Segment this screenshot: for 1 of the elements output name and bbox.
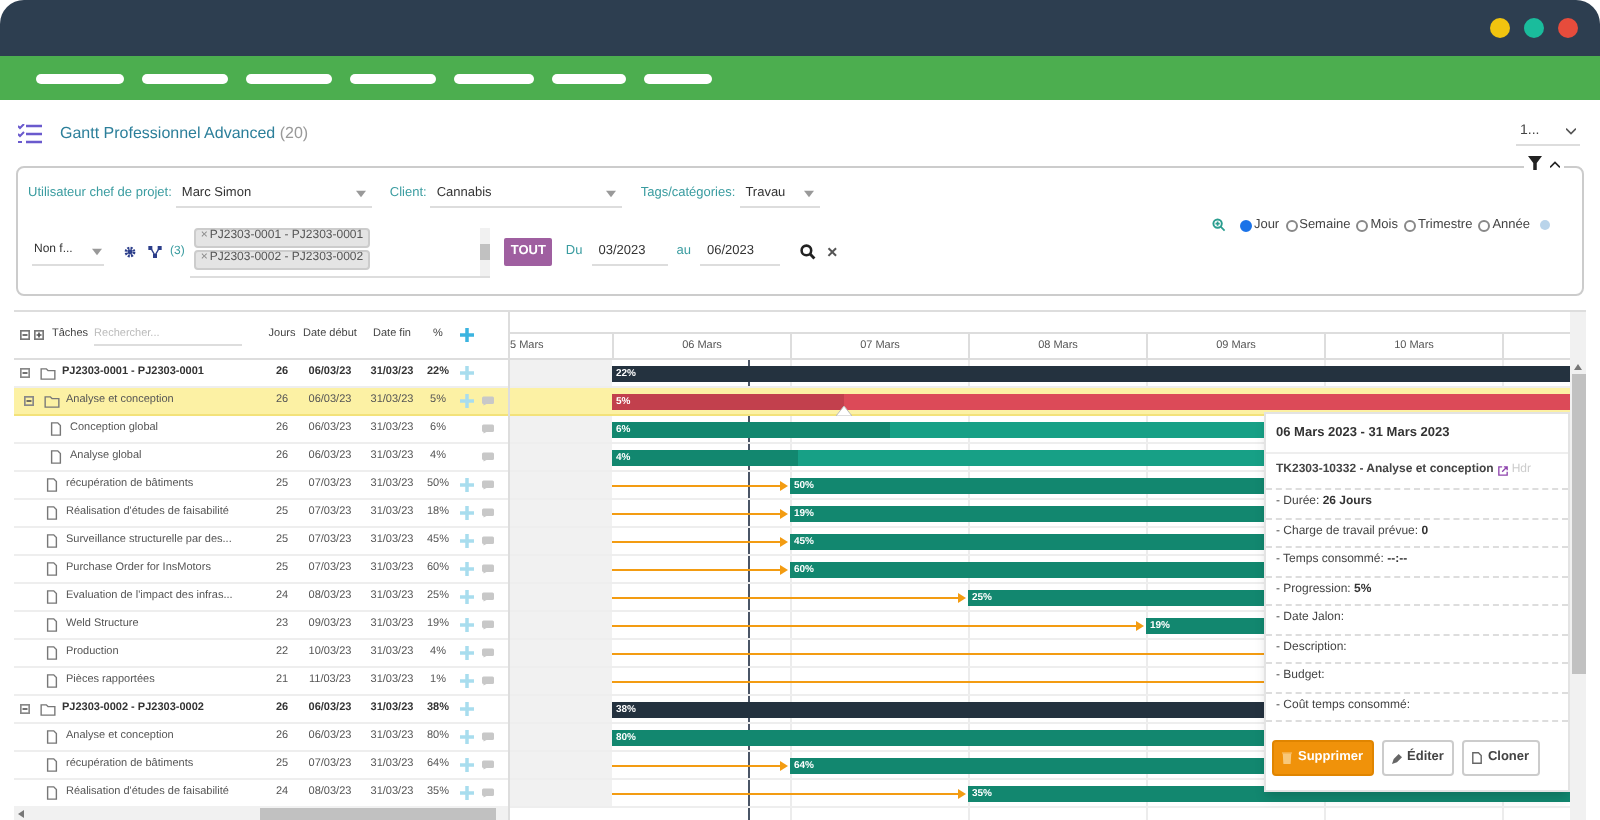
page-title: Gantt Professionnel Advanced (20) bbox=[60, 121, 309, 145]
